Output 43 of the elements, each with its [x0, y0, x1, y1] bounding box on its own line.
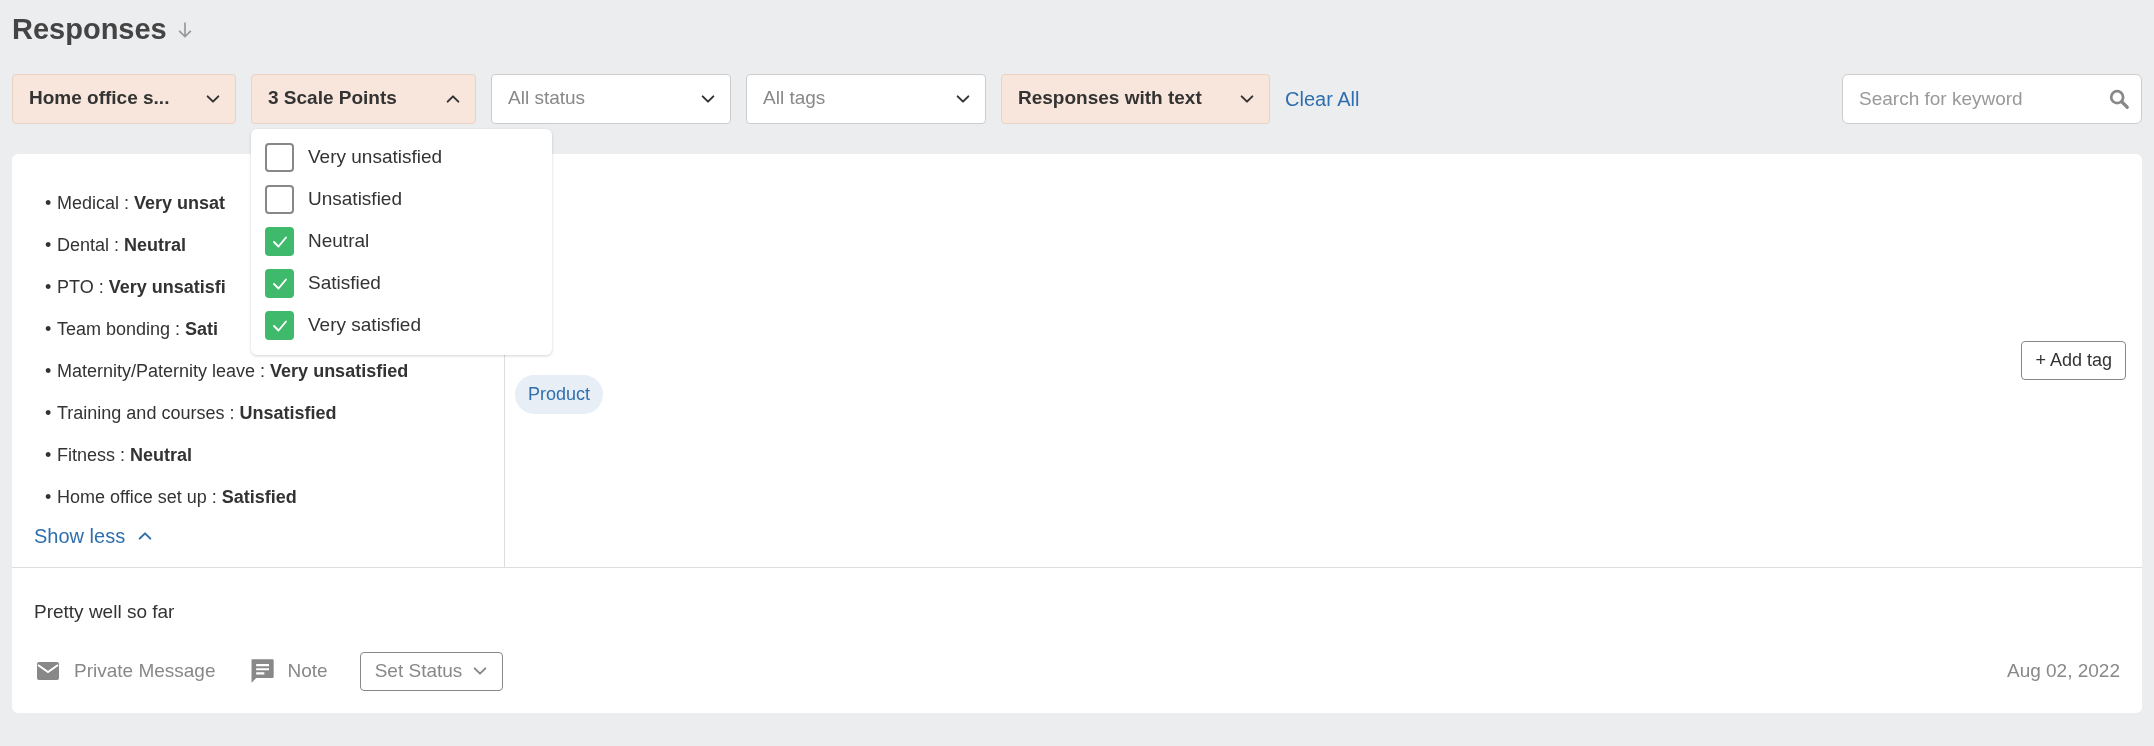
answer-item: PTO : Very unsatisfi: [57, 276, 226, 299]
menu-option[interactable]: Very satisfied: [265, 304, 552, 347]
status-dropdown[interactable]: Set Status: [359, 652, 504, 691]
filter-dropdown[interactable]: Home office s...: [12, 73, 236, 124]
bullet: •: [44, 234, 53, 257]
clear-all-link[interactable]: Clear All: [1285, 83, 1360, 114]
menu-option[interactable]: Very unsatisfied: [265, 136, 552, 179]
filter-dropdown[interactable]: Responses with text: [1001, 73, 1270, 124]
bullet: •: [44, 360, 53, 383]
response-text: Pretty well so far: [34, 599, 176, 624]
action-link[interactable]: Note: [247, 657, 328, 686]
checkbox[interactable]: [265, 311, 294, 340]
answer-item: Training and courses : Unsatisfied: [57, 402, 337, 425]
checkbox[interactable]: [265, 269, 294, 298]
search-icon: [2108, 87, 2130, 110]
answer-item: Home office set up : Satisfied: [57, 486, 297, 509]
bullet: •: [44, 486, 53, 509]
menu-option[interactable]: Unsatisfied: [265, 178, 552, 221]
bullet: •: [44, 402, 53, 425]
bullet: •: [44, 276, 53, 299]
bullet: •: [44, 192, 53, 215]
checkbox[interactable]: [265, 227, 294, 256]
bullet: •: [44, 444, 53, 467]
add-tag-button[interactable]: + Add tag: [2021, 340, 2126, 380]
search-field[interactable]: Search for keyword: [1842, 73, 2142, 124]
filter-dropdown[interactable]: 3 Scale Points: [251, 73, 476, 124]
response-date: Aug 02, 2022: [2006, 659, 2120, 683]
answer-item: Team bonding : Sati: [57, 318, 219, 341]
action-link[interactable]: Private Message: [34, 657, 216, 686]
checkbox[interactable]: [265, 185, 294, 214]
tag-chip[interactable]: Product: [515, 374, 604, 414]
select-field[interactable]: All tags: [746, 73, 986, 124]
bullet: •: [44, 318, 53, 341]
answer-item: Dental : Neutral: [57, 234, 187, 257]
select-field[interactable]: All status: [491, 73, 731, 124]
answer-item: Fitness : Neutral: [57, 444, 193, 467]
answer-item: Medical : Very unsat: [57, 192, 226, 215]
show-less-link[interactable]: Show less: [34, 520, 154, 551]
menu-option[interactable]: Neutral: [265, 220, 552, 263]
checkbox[interactable]: [265, 143, 294, 172]
answer-item: Maternity/Paternity leave : Very unsatisfied: [57, 360, 409, 383]
page-title: Responses: [12, 12, 167, 47]
menu-option[interactable]: Satisfied: [265, 262, 552, 305]
